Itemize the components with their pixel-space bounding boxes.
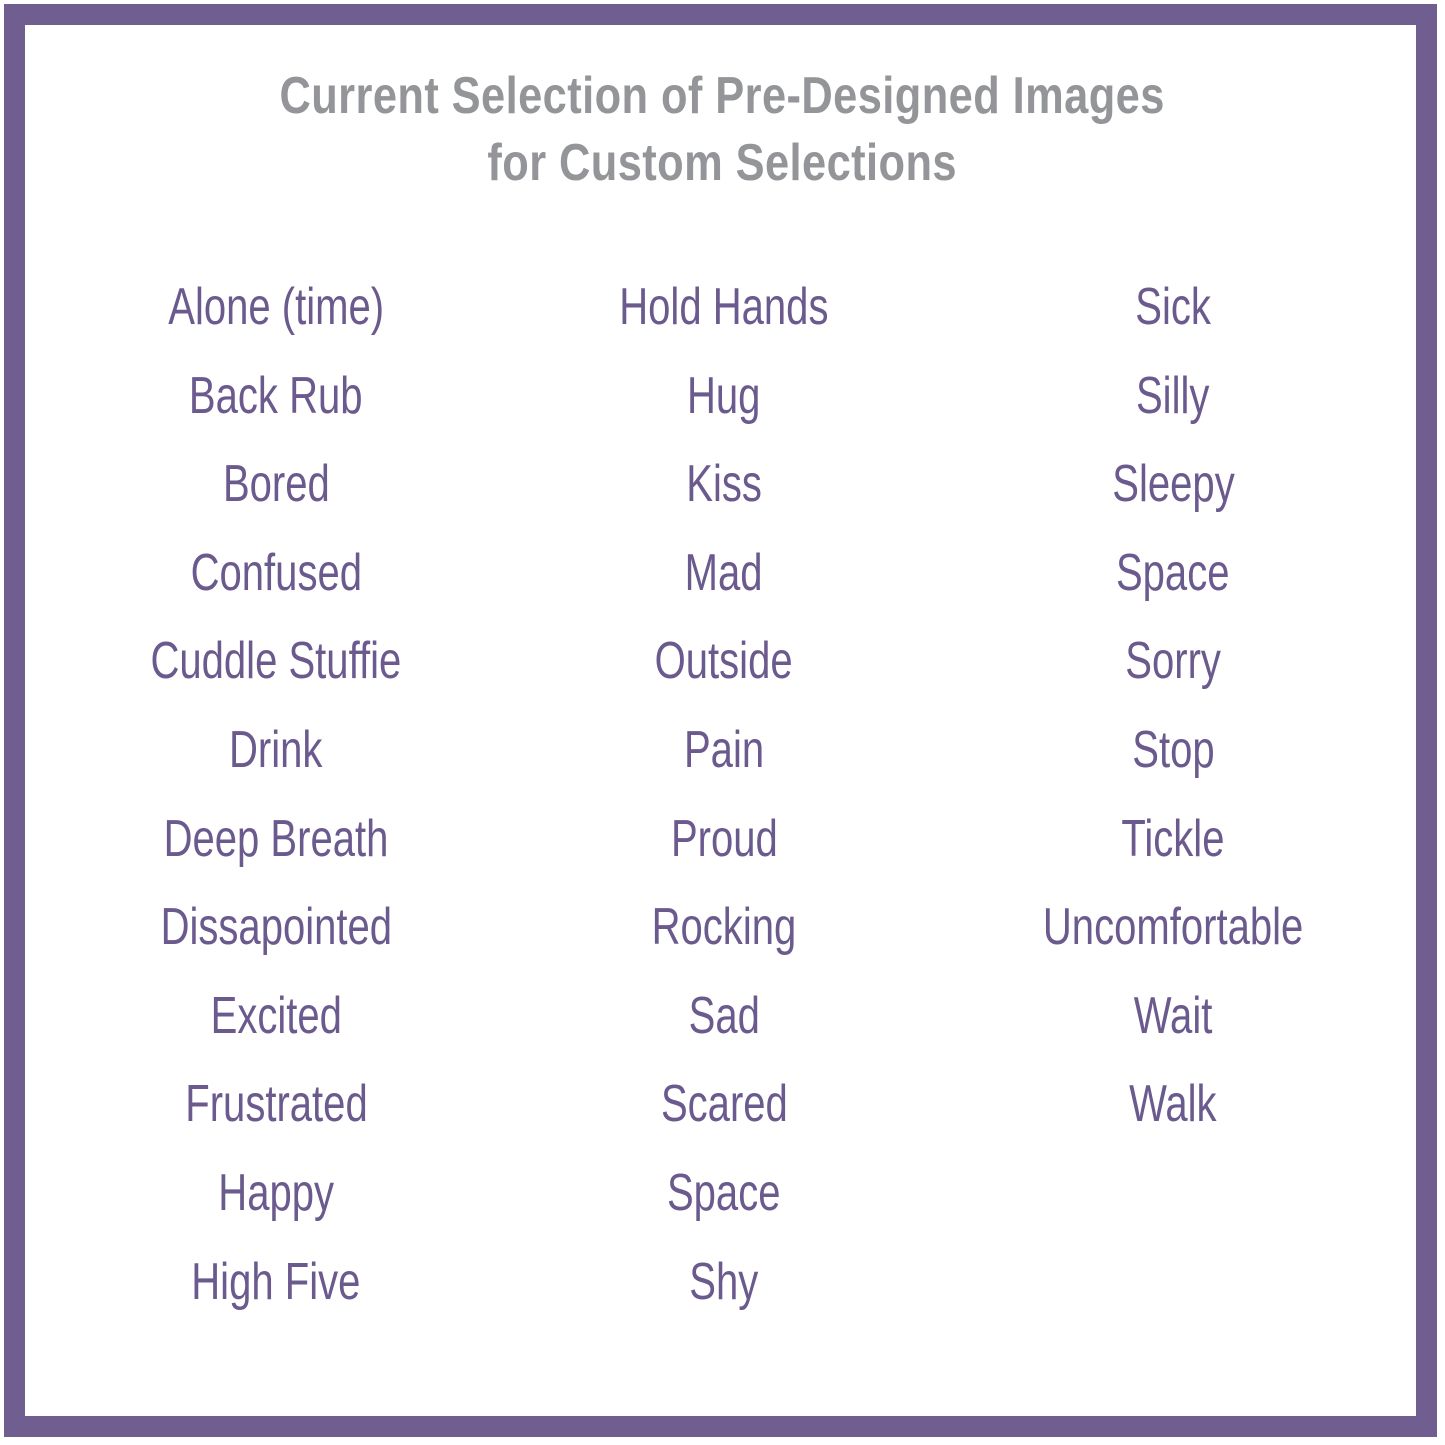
list-item-label: Dissapointed	[160, 898, 392, 957]
list-item-label: Alone (time)	[168, 278, 384, 336]
list-item-label: Excited	[210, 986, 342, 1045]
list-item-label: Cuddle Stuffie	[150, 632, 402, 691]
list-item: Sad	[504, 990, 944, 1042]
list-item: Frustrated	[56, 1078, 496, 1130]
list-item: Tickle	[953, 813, 1393, 865]
page-title-line-1: Current Selection of Pre-Designed Images	[0, 70, 1445, 122]
list-item: Stop	[953, 724, 1393, 776]
list-item: Silly	[953, 370, 1393, 422]
page-title-line-2: for Custom Selections	[0, 137, 1445, 189]
list-item: Excited	[56, 990, 496, 1042]
list-item: Back Rub	[56, 370, 496, 422]
list-item: Dissapointed	[56, 901, 496, 953]
list-item-label: Rocking	[651, 898, 797, 957]
list-item: Hold Hands	[504, 281, 944, 333]
list-item-label: Sleepy	[1111, 455, 1235, 514]
list-item-label: High Five	[191, 1252, 361, 1311]
list-item: Space	[504, 1167, 944, 1219]
list-item-label: Uncomfortable	[1042, 898, 1304, 957]
list-item-label: Frustrated	[184, 1075, 368, 1134]
list-item-label: Drink	[229, 721, 323, 779]
list-item-label: Hug	[687, 366, 761, 425]
list-item: Scared	[504, 1078, 944, 1130]
list-item-label: Shy	[689, 1252, 759, 1311]
list-item-label: Space	[1116, 543, 1230, 602]
list-item-label: Space	[667, 1164, 781, 1222]
list-item: Kiss	[504, 458, 944, 510]
list-item-label: Silly	[1136, 366, 1210, 425]
list-item: Drink	[56, 724, 496, 776]
list-item: Wait	[953, 990, 1393, 1042]
list-item: Sick	[953, 281, 1393, 333]
list-item: Sorry	[953, 635, 1393, 687]
list-item-label: Hold Hands	[619, 278, 829, 336]
list-item-label: Mad	[685, 543, 763, 602]
list-item: Walk	[953, 1078, 1393, 1130]
list-item-label: Scared	[660, 1075, 788, 1134]
list-item-label: Proud	[670, 809, 778, 868]
list-item: Sleepy	[953, 458, 1393, 510]
list-item-label: Bored	[222, 455, 330, 514]
list-item-label: Confused	[190, 543, 362, 602]
list-item: High Five	[56, 1256, 496, 1308]
list-item-label: Outside	[655, 632, 793, 691]
list-item: Shy	[504, 1256, 944, 1308]
list-item-label: Wait	[1133, 986, 1213, 1045]
list-item: Proud	[504, 813, 944, 865]
list-item: Uncomfortable	[953, 901, 1393, 953]
list-item: Hug	[504, 370, 944, 422]
list-item: Bored	[56, 458, 496, 510]
list-item: Mad	[504, 547, 944, 599]
title-text-2: for Custom Selections	[487, 134, 958, 192]
list-item-label: Happy	[218, 1164, 334, 1222]
list-item-label: Sick	[1135, 278, 1211, 336]
list-item-label: Walk	[1129, 1075, 1217, 1134]
list-item-label: Sad	[688, 986, 760, 1045]
list-item: Happy	[56, 1167, 496, 1219]
list-item-label: Kiss	[686, 455, 762, 514]
list-item: Space	[953, 547, 1393, 599]
list-item-label: Deep Breath	[163, 809, 389, 868]
list-item: Rocking	[504, 901, 944, 953]
list-item: Deep Breath	[56, 813, 496, 865]
list-item-label: Back Rub	[189, 366, 363, 425]
list-item: Cuddle Stuffie	[56, 635, 496, 687]
list-item: Alone (time)	[56, 281, 496, 333]
list-item: Outside	[504, 635, 944, 687]
list-item-label: Pain	[683, 721, 765, 779]
list-item-label: Tickle	[1121, 809, 1225, 868]
list-item-label: Sorry	[1125, 632, 1221, 691]
list-item: Confused	[56, 547, 496, 599]
title-text-1: Current Selection of Pre-Designed Images	[279, 67, 1166, 125]
list-item: Pain	[504, 724, 944, 776]
list-item-label: Stop	[1131, 721, 1215, 779]
